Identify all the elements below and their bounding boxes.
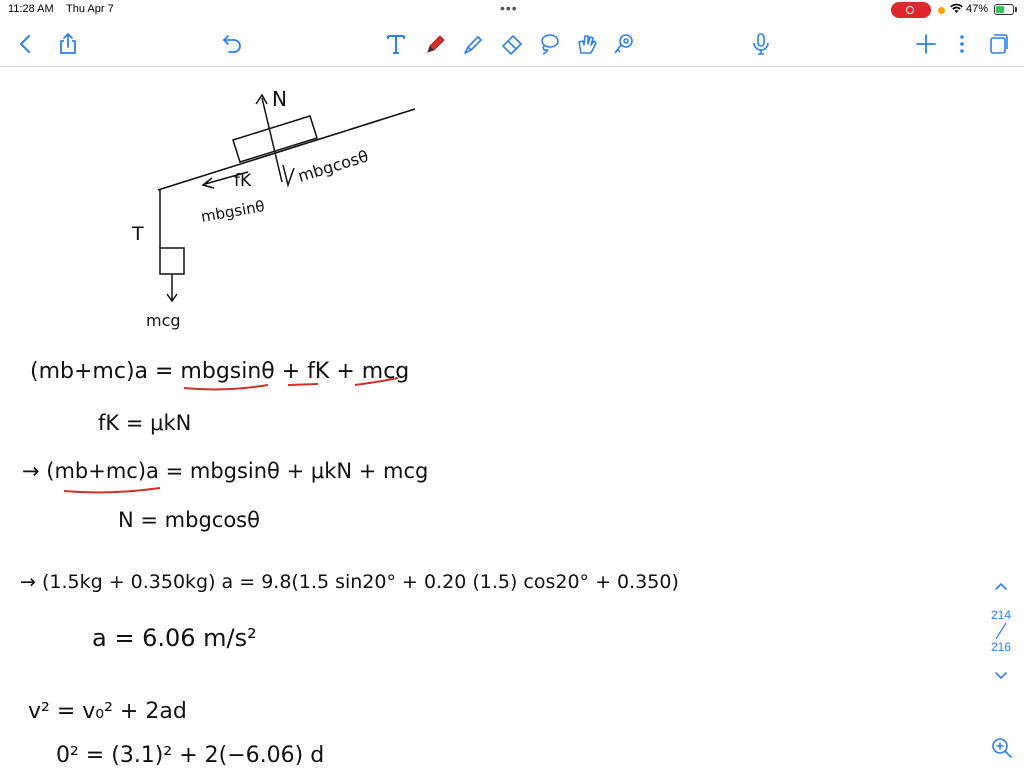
label-mbgcos: mbgcosθ	[296, 146, 371, 185]
weight-arrow	[166, 274, 178, 303]
label-mbgsin: mbgsinθ	[200, 197, 266, 226]
page-navigator: 214 216	[982, 578, 1020, 684]
equation-line-6: a = 6.06 m/s²	[92, 624, 257, 652]
eraser-icon	[502, 35, 522, 55]
label-fk: fK	[234, 171, 252, 191]
shape-tool[interactable]	[612, 32, 636, 56]
screen-recording-indicator[interactable]	[891, 2, 931, 18]
label-mcg: mcg	[146, 311, 181, 330]
block-c	[159, 247, 185, 275]
multitasking-dots-icon[interactable]: •••	[500, 0, 518, 16]
highlighter-icon	[464, 36, 482, 54]
label-n: N	[272, 87, 287, 111]
next-page-chevron-down-icon[interactable]	[982, 668, 1020, 684]
microphone-in-use-dot-icon	[938, 7, 945, 14]
note-canvas[interactable]: N mbgcosθ fK mbgsinθ T mcg (mb+mc)a = mb…	[0, 67, 1024, 768]
microphone-icon	[753, 33, 769, 55]
microphone-button[interactable]	[749, 32, 773, 56]
handwriting-layer: N mbgcosθ fK mbgsinθ T mcg (mb+mc)a = mb…	[20, 87, 679, 768]
page-divider-slash	[982, 622, 1020, 640]
undo-icon	[222, 35, 241, 53]
red-underline-2	[63, 487, 161, 494]
previous-page-chevron-up-icon[interactable]	[994, 578, 1008, 594]
more-vertical-icon	[960, 35, 964, 53]
zoom-button[interactable]	[990, 736, 1014, 760]
battery-fill	[996, 6, 1004, 13]
wifi-icon	[950, 3, 963, 17]
image-icon	[578, 35, 597, 54]
equation-line-5: → (1.5kg + 0.350kg) a = 9.8(1.5 sin20° +…	[20, 571, 679, 593]
status-bar: 11:28 AM Thu Apr 7 ••• 47%	[0, 0, 1024, 22]
share-icon	[60, 32, 76, 54]
pen-tool[interactable]	[424, 32, 448, 56]
equation-line-1: (mb+mc)a = mbgsinθ + fK + mcg	[30, 359, 409, 384]
share-button[interactable]	[56, 32, 80, 56]
toolbar	[0, 22, 1024, 67]
battery-icon	[994, 4, 1014, 15]
normal-arrowhead	[255, 93, 268, 105]
more-button[interactable]	[950, 32, 974, 56]
back-button[interactable]	[14, 32, 38, 56]
equation-line-7: v² = v₀² + 2ad	[28, 699, 187, 724]
equation-line-2: fK = μkN	[98, 411, 191, 435]
pen-icon	[427, 35, 445, 53]
current-page-number: 214	[990, 608, 1012, 622]
lasso-tool[interactable]	[537, 32, 561, 56]
undo-button[interactable]	[220, 32, 244, 56]
shape-icon	[614, 34, 633, 54]
equation-line-4: N = mbgcosθ	[118, 508, 260, 532]
lasso-icon	[541, 34, 559, 55]
highlighter-tool[interactable]	[462, 32, 486, 56]
plus-icon	[916, 34, 936, 54]
status-time: 11:28 AM	[8, 3, 54, 15]
equation-line-8: 0² = (3.1)² + 2(−6.06) d	[56, 743, 324, 768]
add-button[interactable]	[914, 32, 938, 56]
chevron-left-icon	[20, 35, 30, 53]
battery-percentage: 47%	[966, 3, 989, 15]
total-pages-number: 216	[990, 640, 1012, 654]
battery-tip	[1015, 7, 1017, 12]
image-tool[interactable]	[575, 32, 599, 56]
zoom-in-icon	[992, 738, 1012, 758]
pages-button[interactable]	[986, 32, 1010, 56]
text-tool[interactable]	[384, 32, 408, 56]
equation-line-3: → (mb+mc)a = mbgsinθ + μkN + mcg	[22, 459, 428, 483]
text-icon	[387, 35, 405, 54]
weight-component-arrowhead	[282, 164, 295, 188]
pages-icon	[990, 34, 1008, 54]
label-t: T	[131, 223, 144, 245]
status-date: Thu Apr 7	[66, 3, 114, 15]
eraser-tool[interactable]	[500, 32, 524, 56]
